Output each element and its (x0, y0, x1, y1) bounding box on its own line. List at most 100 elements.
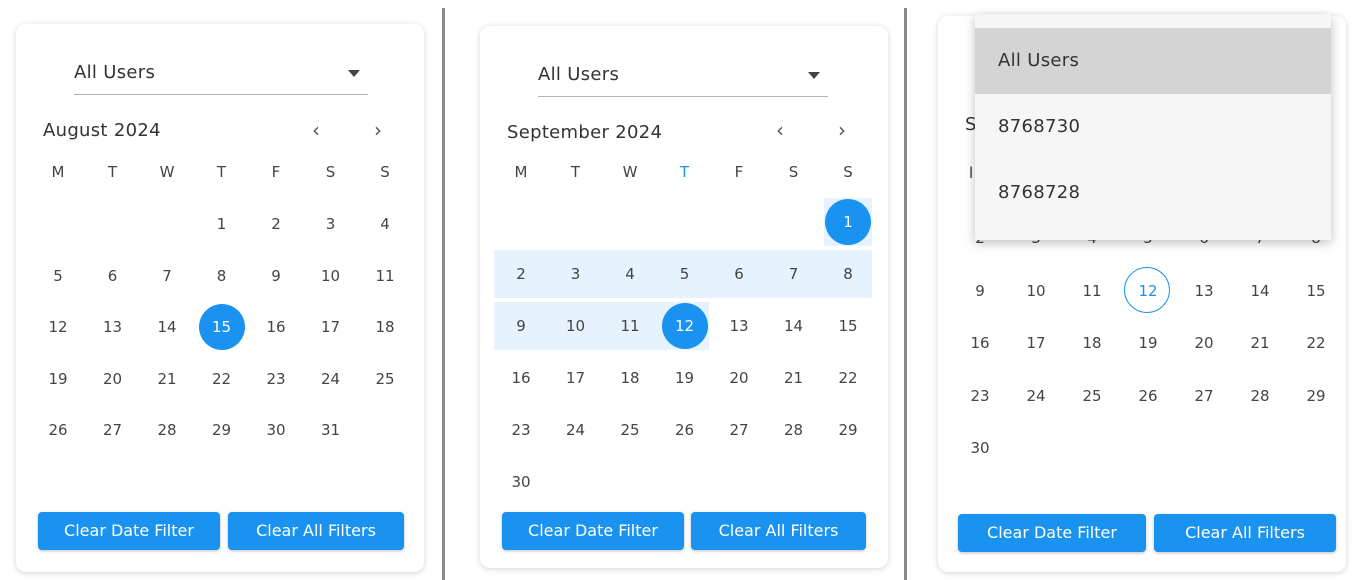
calendar-day[interactable]: 28 (1236, 386, 1284, 406)
calendar-day[interactable]: 23 (956, 386, 1004, 406)
panel-august: All Users August 2024 ‹ › Clear Date Fil… (0, 0, 456, 580)
calendar-day[interactable]: 10 (307, 266, 355, 286)
prev-month-icon[interactable]: ‹ (306, 120, 326, 140)
calendar-day[interactable]: 11 (1068, 281, 1116, 301)
prev-month-icon[interactable]: ‹ (770, 120, 790, 140)
calendar-day[interactable]: 6 (89, 266, 137, 286)
calendar-day[interactable]: 18 (1068, 333, 1116, 353)
calendar-day[interactable]: 19 (1124, 333, 1172, 353)
calendar-day[interactable]: 4 (361, 214, 409, 234)
calendar-day[interactable]: 30 (252, 420, 300, 440)
clear-date-filter-button[interactable]: Clear Date Filter (38, 512, 220, 550)
calendar-day[interactable]: 24 (1012, 386, 1060, 406)
calendar-day[interactable]: 7 (770, 264, 818, 284)
calendar-day[interactable]: 13 (715, 316, 763, 336)
calendar-day[interactable]: 28 (143, 420, 191, 440)
calendar-day[interactable]: 24 (307, 369, 355, 389)
calendar-day[interactable]: 6 (715, 264, 763, 284)
calendar-day[interactable]: 24 (552, 420, 600, 440)
calendar-day[interactable]: 10 (552, 316, 600, 336)
calendar-day[interactable]: 14 (770, 316, 818, 336)
clear-date-filter-button[interactable]: Clear Date Filter (958, 514, 1146, 552)
calendar-day[interactable]: 16 (252, 317, 300, 337)
calendar-day[interactable]: 25 (606, 420, 654, 440)
user-option[interactable]: 8768728 (975, 160, 1331, 226)
calendar-day[interactable]: 11 (361, 266, 409, 286)
calendar-day[interactable]: 4 (606, 264, 654, 284)
calendar-day[interactable]: 5 (661, 264, 709, 284)
calendar-day[interactable]: 29 (824, 420, 872, 440)
calendar-day[interactable]: 27 (89, 420, 137, 440)
calendar-day[interactable]: 26 (34, 420, 82, 440)
calendar-day[interactable]: 20 (89, 369, 137, 389)
calendar-day[interactable]: 15 (824, 316, 872, 336)
calendar-day[interactable]: 20 (715, 368, 763, 388)
calendar-day[interactable]: 22 (198, 369, 246, 389)
calendar-day[interactable]: 26 (661, 420, 709, 440)
calendar-day[interactable]: 25 (361, 369, 409, 389)
clear-date-filter-button[interactable]: Clear Date Filter (502, 512, 684, 550)
calendar-day[interactable]: 26 (1124, 386, 1172, 406)
calendar-day[interactable]: 7 (143, 266, 191, 286)
next-month-icon[interactable]: › (832, 120, 852, 140)
calendar-day[interactable]: 30 (497, 472, 545, 492)
calendar-day[interactable]: 14 (1236, 281, 1284, 301)
calendar-day[interactable]: 17 (552, 368, 600, 388)
calendar-day[interactable]: 30 (956, 438, 1004, 458)
user-option[interactable]: 8768730 (975, 94, 1331, 160)
calendar-day[interactable]: 5 (34, 266, 82, 286)
calendar-day[interactable]: 12 (1124, 281, 1172, 301)
calendar-day[interactable]: 13 (1180, 281, 1228, 301)
calendar-day[interactable]: 17 (1012, 333, 1060, 353)
calendar-day[interactable]: 27 (715, 420, 763, 440)
calendar-day[interactable]: 1 (198, 214, 246, 234)
calendar-day[interactable]: 12 (34, 317, 82, 337)
calendar-day[interactable]: 29 (198, 420, 246, 440)
calendar-day[interactable]: 16 (497, 368, 545, 388)
calendar-day[interactable]: 2 (252, 214, 300, 234)
calendar-day[interactable]: 9 (252, 266, 300, 286)
calendar-day[interactable]: 10 (1012, 281, 1060, 301)
calendar-day[interactable]: 9 (956, 281, 1004, 301)
calendar-day[interactable]: 17 (307, 317, 355, 337)
calendar-day[interactable]: 19 (661, 368, 709, 388)
next-month-icon[interactable]: › (368, 120, 388, 140)
dropdown-arrow-icon (348, 70, 360, 77)
calendar-day[interactable]: 21 (1236, 333, 1284, 353)
calendar-day[interactable]: 14 (143, 317, 191, 337)
calendar-day[interactable]: 22 (824, 368, 872, 388)
calendar-day[interactable]: 9 (497, 316, 545, 336)
calendar-day[interactable]: 21 (770, 368, 818, 388)
calendar-day[interactable]: 8 (824, 264, 872, 284)
calendar-day[interactable]: 13 (89, 317, 137, 337)
calendar-day[interactable]: 21 (143, 369, 191, 389)
calendar-day[interactable]: 16 (956, 333, 1004, 353)
calendar-day[interactable]: 8 (198, 266, 246, 286)
user-select[interactable]: All Users (538, 56, 828, 97)
calendar-day[interactable]: 29 (1292, 386, 1340, 406)
user-select[interactable]: All Users (74, 54, 368, 95)
calendar-day[interactable]: 18 (361, 317, 409, 337)
calendar-day[interactable]: 28 (770, 420, 818, 440)
calendar-day[interactable]: 19 (34, 369, 82, 389)
calendar-day[interactable]: 25 (1068, 386, 1116, 406)
calendar-day[interactable]: 15 (198, 317, 246, 337)
calendar-day[interactable]: 20 (1180, 333, 1228, 353)
calendar-day[interactable]: 11 (606, 316, 654, 336)
clear-all-filters-button[interactable]: Clear All Filters (1154, 514, 1336, 552)
calendar-day[interactable]: 23 (252, 369, 300, 389)
calendar-day[interactable]: 12 (661, 316, 709, 336)
user-option[interactable]: All Users (975, 28, 1331, 94)
calendar-day[interactable]: 15 (1292, 281, 1340, 301)
calendar-day[interactable]: 18 (606, 368, 654, 388)
calendar-day[interactable]: 31 (307, 420, 355, 440)
calendar-day[interactable]: 27 (1180, 386, 1228, 406)
clear-all-filters-button[interactable]: Clear All Filters (228, 512, 404, 550)
calendar-day[interactable]: 2 (497, 264, 545, 284)
calendar-day[interactable]: 22 (1292, 333, 1340, 353)
calendar-day[interactable]: 23 (497, 420, 545, 440)
calendar-day[interactable]: 1 (824, 212, 872, 232)
clear-all-filters-button[interactable]: Clear All Filters (691, 512, 866, 550)
calendar-day[interactable]: 3 (552, 264, 600, 284)
calendar-day[interactable]: 3 (307, 214, 355, 234)
